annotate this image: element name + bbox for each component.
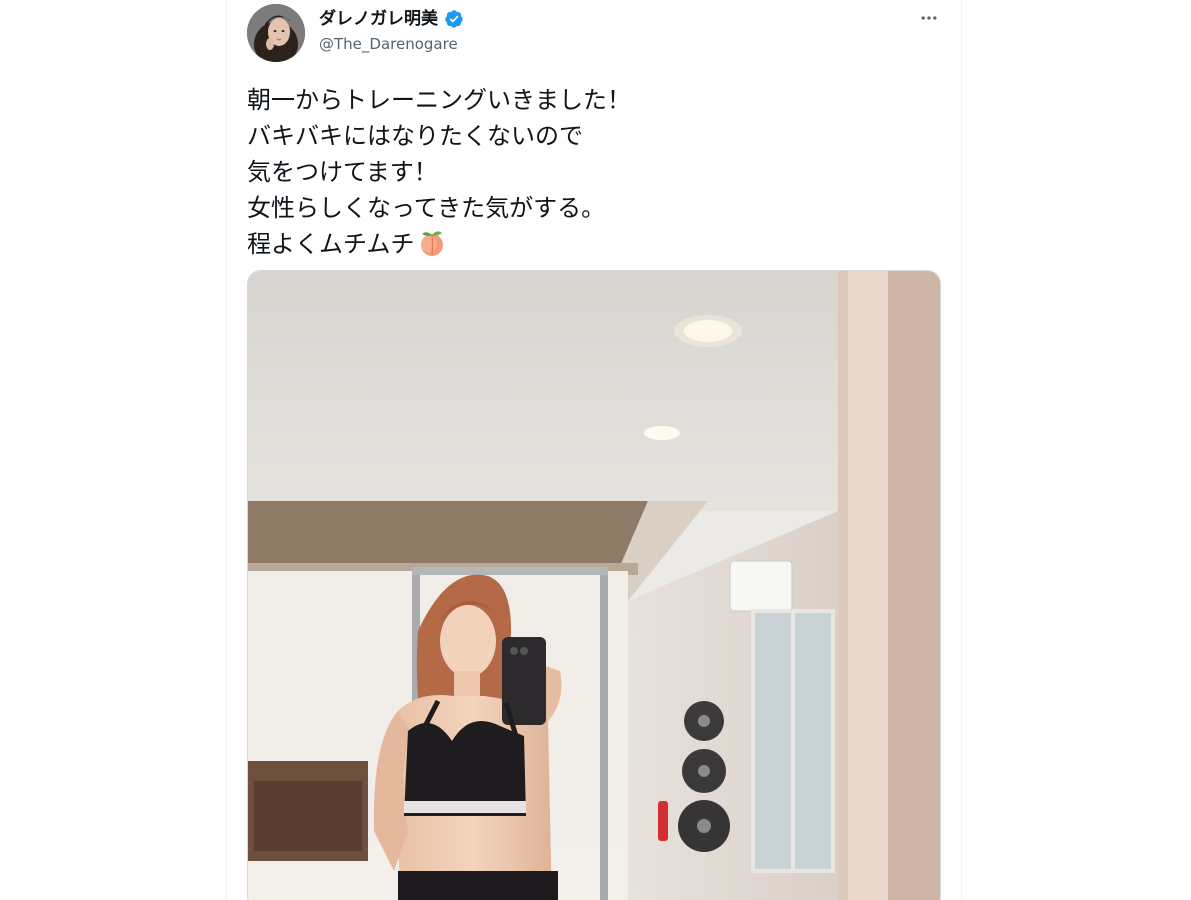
tweet-card[interactable]: ダレノガレ明美 @The_Darenogare 朝一からトレーニングいきました！…	[226, 0, 962, 900]
tweet-text: 朝一からトレーニングいきました！ バキバキにはなりたくないので 気をつけてます！…	[247, 82, 927, 262]
tweet-text-line: 朝一からトレーニングいきました！	[247, 86, 631, 114]
avatar[interactable]	[247, 4, 305, 62]
page: ダレノガレ明美 @The_Darenogare 朝一からトレーニングいきました！…	[0, 0, 1191, 900]
tweet-text-line: 程よくムチムチ	[247, 230, 415, 258]
verified-badge-icon	[444, 9, 464, 29]
author-name-row: ダレノガレ明美	[319, 8, 464, 30]
tweet-photo[interactable]	[247, 270, 941, 900]
tweet-text-line: バキバキにはなりたくないので	[247, 122, 583, 150]
peach-emoji-icon	[417, 228, 447, 258]
more-horizontal-icon	[921, 16, 937, 20]
display-name[interactable]: ダレノガレ明美	[319, 8, 438, 30]
more-options-button[interactable]	[917, 6, 941, 30]
tweet-text-line: 気をつけてます！	[247, 158, 438, 186]
tweet-text-line: 女性らしくなってきた気がする。	[247, 194, 606, 222]
tweet-text-line-last: 程よくムチムチ	[247, 226, 927, 262]
author-handle[interactable]: @The_Darenogare	[319, 34, 458, 54]
